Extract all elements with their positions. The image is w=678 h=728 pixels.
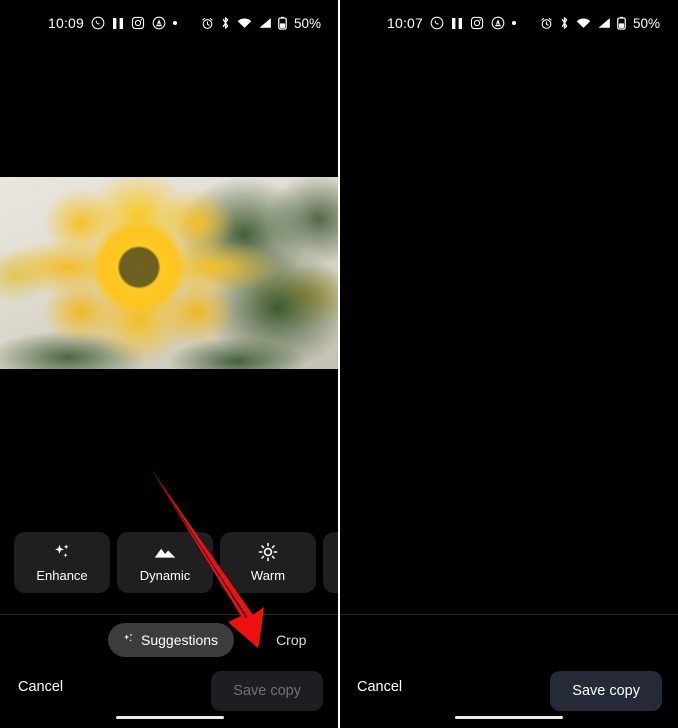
toolbar-divider <box>339 614 678 615</box>
tab-crop[interactable]: Crop <box>260 623 322 657</box>
sun-icon <box>258 542 278 562</box>
alarm-icon <box>201 17 214 30</box>
left-phone-screen: 10:09 50% Enhance Dynamic Warm Suggestio… <box>0 0 339 728</box>
dot-icon <box>173 21 178 25</box>
suggestion-warm[interactable]: Warm <box>220 532 316 593</box>
battery-percent: 50% <box>293 15 321 31</box>
alarm-icon <box>540 17 553 30</box>
photo-preview[interactable] <box>0 177 339 369</box>
right-phone-screen: 10:07 50% Cancel Save copy <box>339 0 678 728</box>
android-auto-icon <box>152 16 166 30</box>
whatsapp-icon <box>430 16 444 30</box>
bottom-action-bar: Cancel Save copy <box>339 671 678 711</box>
pause-icon <box>451 17 463 30</box>
status-bar: 10:09 50% <box>0 0 339 46</box>
dot-icon <box>512 21 517 25</box>
wifi-icon <box>576 17 591 29</box>
cancel-button[interactable]: Cancel <box>18 679 63 695</box>
bottom-action-bar: Cancel Save copy <box>0 671 339 711</box>
landscape-icon <box>153 543 177 562</box>
status-left-group: 10:07 <box>387 15 517 31</box>
suggestion-chip-row: Enhance Dynamic Warm <box>14 532 339 593</box>
bluetooth-icon <box>559 16 570 30</box>
status-clock: 10:07 <box>387 15 424 31</box>
signal-icon <box>597 17 611 29</box>
panel-divider <box>338 0 340 728</box>
status-right-group: 50% <box>201 16 321 31</box>
sparkle-icon <box>122 632 135 648</box>
battery-icon <box>617 16 626 30</box>
tab-suggestions-label: Suggestions <box>141 632 219 648</box>
instagram-icon <box>470 16 484 30</box>
home-indicator <box>454 715 563 719</box>
save-copy-button[interactable]: Save copy <box>550 671 662 711</box>
suggestion-next-partial[interactable] <box>323 532 339 593</box>
suggestion-enhance-label: Enhance <box>36 567 88 583</box>
instagram-icon <box>131 16 145 30</box>
status-clock: 10:09 <box>48 15 85 31</box>
sparkle-icon <box>52 543 72 562</box>
suggestion-dynamic-label: Dynamic <box>139 567 191 583</box>
suggestion-warm-label: Warm <box>250 567 286 583</box>
status-bar: 10:07 50% <box>339 0 678 46</box>
android-auto-icon <box>491 16 505 30</box>
status-left-group: 10:09 <box>48 15 178 31</box>
dual-screenshot-comparison: 10:09 50% Enhance Dynamic Warm Suggestio… <box>0 0 678 728</box>
battery-icon <box>278 16 287 30</box>
pause-icon <box>112 17 124 30</box>
suggestion-dynamic[interactable]: Dynamic <box>117 532 213 593</box>
tab-suggestions[interactable]: Suggestions <box>108 623 235 657</box>
battery-percent: 50% <box>632 15 660 31</box>
home-indicator <box>115 715 224 719</box>
status-right-group: 50% <box>540 16 660 31</box>
wifi-icon <box>237 17 252 29</box>
tab-crop-label: Crop <box>276 632 307 648</box>
editor-tab-bar: Suggestions Crop Adj <box>108 623 339 657</box>
save-copy-button[interactable]: Save copy <box>211 671 323 711</box>
cancel-button[interactable]: Cancel <box>357 679 402 695</box>
signal-icon <box>258 17 272 29</box>
whatsapp-icon <box>91 16 105 30</box>
suggestion-enhance[interactable]: Enhance <box>14 532 110 593</box>
toolbar-divider <box>0 614 339 615</box>
bluetooth-icon <box>220 16 231 30</box>
sunflower-photo <box>0 177 339 369</box>
